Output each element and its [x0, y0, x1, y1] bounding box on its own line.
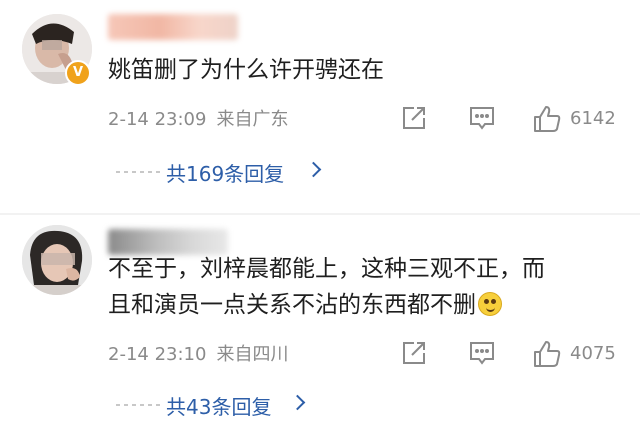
grin-emoji-icon [478, 292, 502, 316]
chevron-right-icon [289, 394, 306, 411]
username-blurred[interactable] [108, 14, 238, 40]
comment-meta: 2-14 23:10 来自四川 [108, 343, 288, 367]
comment-button[interactable] [468, 339, 496, 369]
comment-item: V 姚笛删了为什么许开骋还在 2-14 23:09 来自广东 6142 共169条… [0, 0, 640, 215]
replies-link[interactable]: 共169条回复 [108, 150, 616, 194]
comment-text: 不至于，刘梓晨都能上，这种三观不正，而 且和演员一点关系不沾的东西都不删 [108, 251, 616, 323]
thumbs-up-icon [534, 341, 561, 367]
avatar[interactable] [22, 225, 92, 295]
share-icon [403, 107, 425, 129]
like-button[interactable]: 6142 [532, 104, 622, 134]
replies-count: 共43条回复 [166, 395, 272, 419]
share-button[interactable] [400, 339, 428, 369]
comment-button[interactable] [468, 104, 496, 134]
chevron-right-icon [305, 161, 322, 178]
comment-date: 2-14 23:09 [108, 109, 207, 130]
like-count: 6142 [570, 108, 616, 129]
like-count: 4075 [570, 343, 616, 364]
replies-count: 共169条回复 [166, 162, 285, 186]
share-button[interactable] [400, 104, 428, 134]
dotted-line [116, 171, 160, 173]
comment-meta: 2-14 23:09 来自广东 [108, 108, 288, 132]
comment-item: 不至于，刘梓晨都能上，这种三观不正，而 且和演员一点关系不沾的东西都不删 2-1… [0, 215, 640, 430]
replies-link[interactable]: 共43条回复 [108, 383, 616, 427]
comment-icon [470, 342, 494, 365]
verified-badge-icon: V [65, 60, 91, 86]
comment-text: 姚笛删了为什么许开骋还在 [108, 57, 384, 83]
thumbs-up-icon [534, 106, 561, 132]
comment-location: 来自四川 [216, 344, 289, 365]
comment-text-line: 且和演员一点关系不沾的东西都不删 [108, 287, 616, 323]
comment-icon [470, 107, 494, 130]
comment-location: 来自广东 [216, 109, 289, 130]
comment-date: 2-14 23:10 [108, 344, 207, 365]
comment-text-line: 不至于，刘梓晨都能上，这种三观不正，而 [108, 256, 545, 282]
comment-text-span: 且和演员一点关系不沾的东西都不删 [108, 292, 476, 318]
dotted-line [116, 404, 160, 406]
like-button[interactable]: 4075 [532, 339, 622, 369]
share-icon [403, 342, 425, 364]
